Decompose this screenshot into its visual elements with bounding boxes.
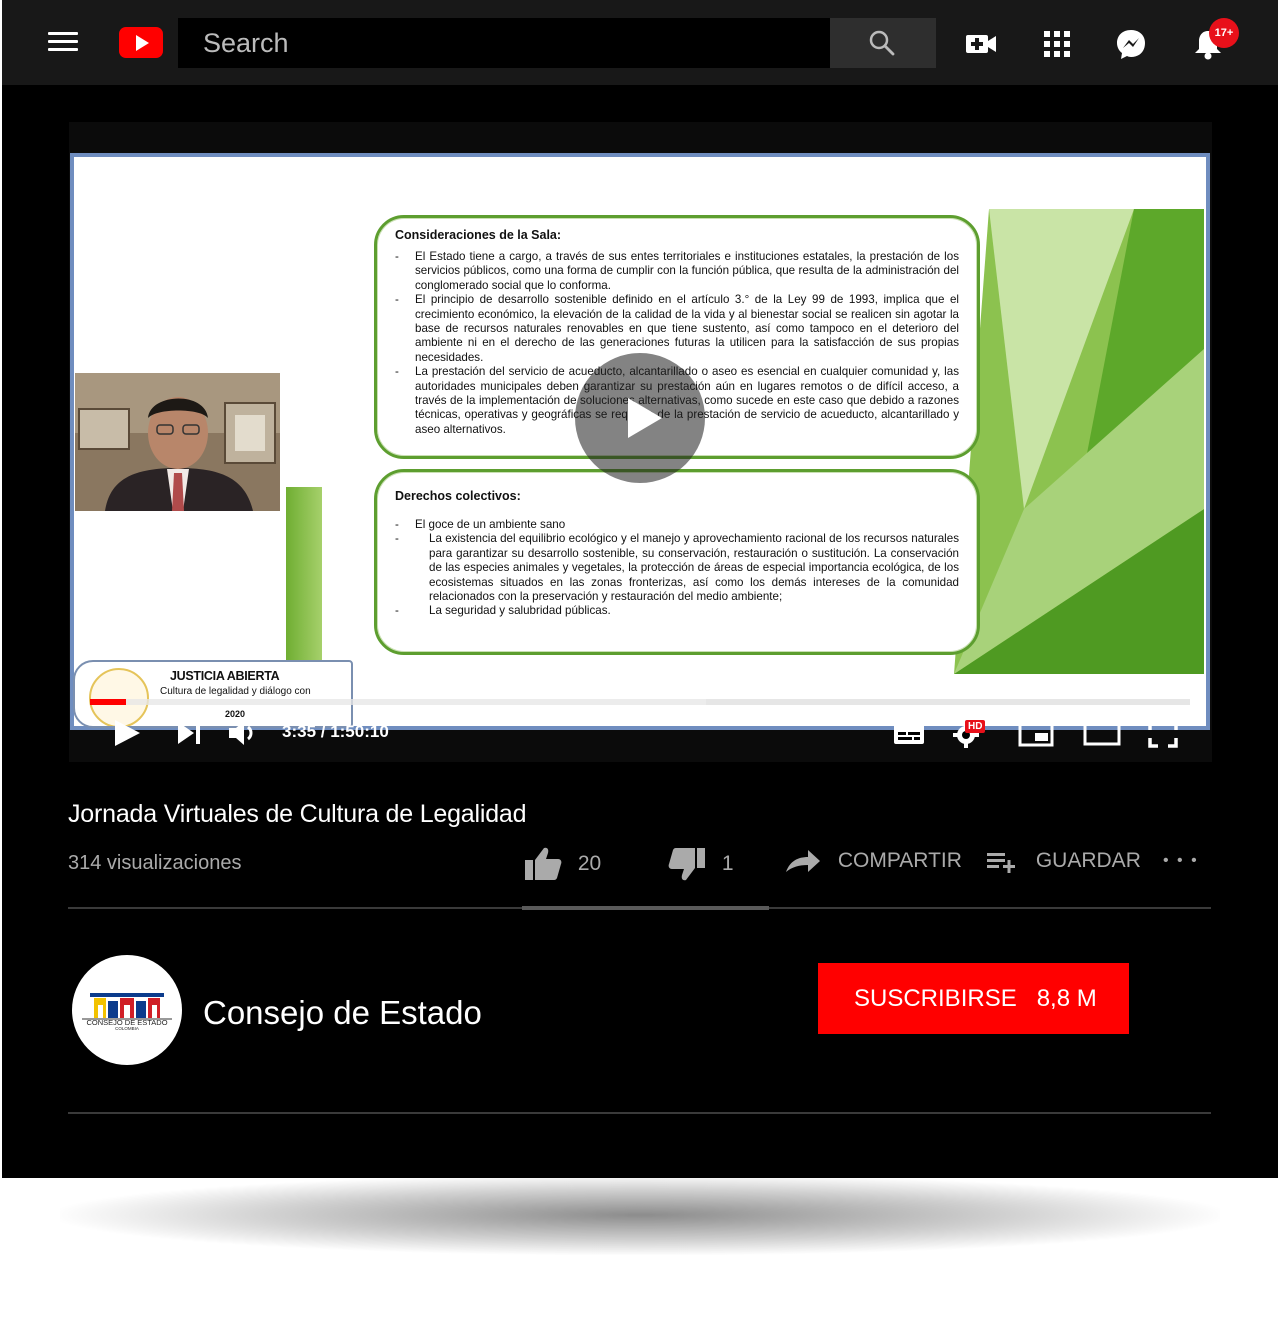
like-button[interactable]: 20 xyxy=(524,846,601,882)
banner-title: JUSTICIA ABIERTA xyxy=(170,669,280,683)
collective-rights-text: El goce de un ambiente sano La existenci… xyxy=(393,518,959,619)
share-label: COMPARTIR xyxy=(837,849,962,872)
slide-green-decoration xyxy=(954,209,1204,674)
progress-bar[interactable] xyxy=(90,699,1190,705)
share-button[interactable]: COMPARTIR xyxy=(784,846,962,882)
share-arrow-icon xyxy=(786,850,820,872)
search-input[interactable] xyxy=(178,18,830,68)
thumbs-up-icon xyxy=(525,847,562,880)
time-display: 3:35 / 1:50:10 xyxy=(282,722,389,741)
youtube-logo[interactable] xyxy=(119,27,163,58)
channel-divider xyxy=(68,1112,1211,1114)
play-icon[interactable] xyxy=(112,718,142,748)
collective-rights-item: La existencia del equilibrio ecológico y… xyxy=(393,532,959,604)
messages-icon[interactable] xyxy=(1114,27,1148,61)
fullscreen-icon[interactable] xyxy=(1148,720,1178,748)
hd-badge: HD xyxy=(965,720,986,733)
dislike-count: 1 xyxy=(721,852,734,875)
considerations-item: El Estado tiene a cargo, a través de sus… xyxy=(393,250,959,293)
like-count: 20 xyxy=(577,852,602,875)
collective-rights-box: Derechos colectivos: El goce de un ambie… xyxy=(374,469,980,655)
progress-played xyxy=(90,699,126,705)
more-actions-button[interactable]: • • • xyxy=(1163,852,1199,888)
search-icon xyxy=(869,30,895,56)
top-bar: 17+ xyxy=(2,0,1278,85)
consejo-de-estado-logo: CONSEJO DE ESTADO COLOMBIA xyxy=(82,993,172,1031)
like-dislike-ratio-bar xyxy=(522,906,769,910)
collective-rights-item: El goce de un ambiente sano xyxy=(393,518,959,533)
hamburger-menu-icon[interactable] xyxy=(48,32,78,54)
progress-buffer xyxy=(90,699,706,705)
volume-icon[interactable] xyxy=(228,720,258,746)
collective-rights-item: La seguridad y salubridad públicas. xyxy=(393,604,959,619)
thumbs-down-icon xyxy=(668,848,705,881)
create-video-icon[interactable] xyxy=(964,27,998,61)
considerations-title: Consideraciones de la Sala: xyxy=(395,228,562,242)
collective-rights-title: Derechos colectivos: xyxy=(395,489,521,503)
view-count: 314 visualizaciones xyxy=(68,852,242,874)
speaker-webcam-thumbnail xyxy=(75,373,280,511)
apps-grid-icon[interactable] xyxy=(1040,27,1074,61)
subtitles-icon[interactable] xyxy=(893,720,925,746)
add-to-playlist-icon xyxy=(987,853,1015,873)
play-overlay-button[interactable] xyxy=(575,353,705,483)
logo-subtext: COLOMBIA xyxy=(115,1026,139,1031)
banner-year: 2020 xyxy=(225,709,246,719)
search-button[interactable] xyxy=(830,18,936,68)
theater-mode-icon[interactable] xyxy=(1083,720,1121,748)
banner-subtitle: Cultura de legalidad y diálogo con xyxy=(160,686,311,697)
channel-name[interactable]: Consejo de Estado xyxy=(203,994,482,1032)
video-title: Jornada Virtuales de Cultura de Legalida… xyxy=(68,800,527,828)
subscribe-button[interactable]: SUSCRIBIRSE 8,8 M xyxy=(818,963,1129,1034)
frame-shadow xyxy=(60,1175,1220,1255)
save-button[interactable]: GUARDAR xyxy=(986,846,1141,882)
save-label: GUARDAR xyxy=(1035,849,1141,872)
channel-avatar[interactable]: CONSEJO DE ESTADO COLOMBIA xyxy=(72,955,182,1065)
dislike-button[interactable]: 1 xyxy=(668,846,734,882)
considerations-item: El principio de desarrollo sostenible de… xyxy=(393,293,959,365)
next-video-icon[interactable] xyxy=(176,720,202,746)
subscribe-label: SUSCRIBIRSE xyxy=(854,984,1017,1012)
notification-badge: 17+ xyxy=(1209,18,1239,48)
subscriber-count: 8,8 M xyxy=(1036,984,1097,1012)
miniplayer-icon[interactable] xyxy=(1018,720,1054,748)
